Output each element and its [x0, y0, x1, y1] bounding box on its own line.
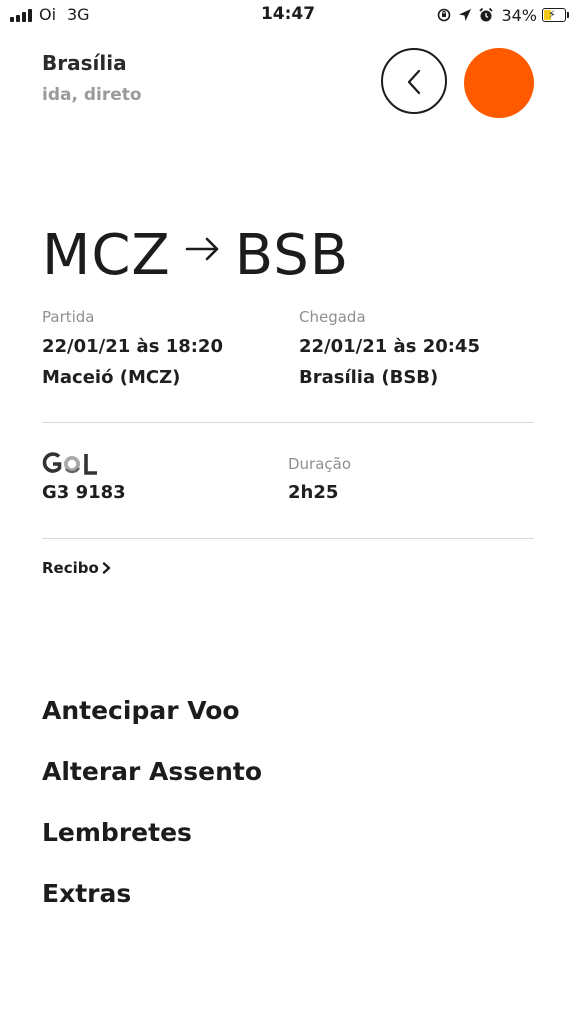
origin-code: MCZ — [42, 222, 171, 288]
battery-percent: 34% — [501, 5, 537, 25]
departure-city: Maceió (MCZ) — [42, 367, 181, 388]
back-button[interactable] — [381, 48, 447, 114]
arrival-label: Chegada — [299, 308, 366, 326]
duration-label: Duração — [288, 455, 352, 473]
page-title: Brasília — [42, 51, 127, 75]
arrow-right-icon — [185, 237, 219, 261]
orientation-lock-icon — [438, 8, 451, 22]
status-bar: Oi 3G 14:47 34% ⚡ — [0, 0, 576, 30]
action-lembretes[interactable]: Lembretes — [42, 818, 192, 847]
location-arrow-icon — [459, 9, 472, 21]
receipt-link[interactable]: Recibo — [42, 559, 111, 577]
flight-number: G3 9183 — [42, 482, 126, 503]
profile-button[interactable] — [464, 48, 534, 118]
flight-duration: 2h25 — [288, 482, 339, 503]
divider — [42, 538, 534, 539]
destination-code: BSB — [234, 222, 350, 288]
action-extras[interactable]: Extras — [42, 879, 131, 908]
status-icons: 34% ⚡ — [436, 5, 569, 25]
charging-bolt-icon: ⚡ — [548, 8, 556, 21]
battery-charging-icon: ⚡ — [542, 8, 569, 22]
departure-datetime: 22/01/21 às 18:20 — [42, 336, 223, 357]
action-antecipar-voo[interactable]: Antecipar Voo — [42, 696, 240, 725]
trip-type: ida, direto — [42, 85, 142, 105]
route: MCZ BSB — [42, 220, 349, 290]
departure-label: Partida — [42, 308, 95, 326]
arrival-city: Brasília (BSB) — [299, 367, 439, 388]
chevron-left-icon — [407, 69, 421, 95]
airline-logo — [42, 452, 97, 475]
divider — [42, 422, 534, 423]
alarm-icon — [479, 7, 494, 22]
action-alterar-assento[interactable]: Alterar Assento — [42, 757, 262, 786]
receipt-label: Recibo — [42, 559, 99, 577]
chevron-right-icon — [102, 562, 111, 574]
arrival-datetime: 22/01/21 às 20:45 — [299, 336, 480, 357]
